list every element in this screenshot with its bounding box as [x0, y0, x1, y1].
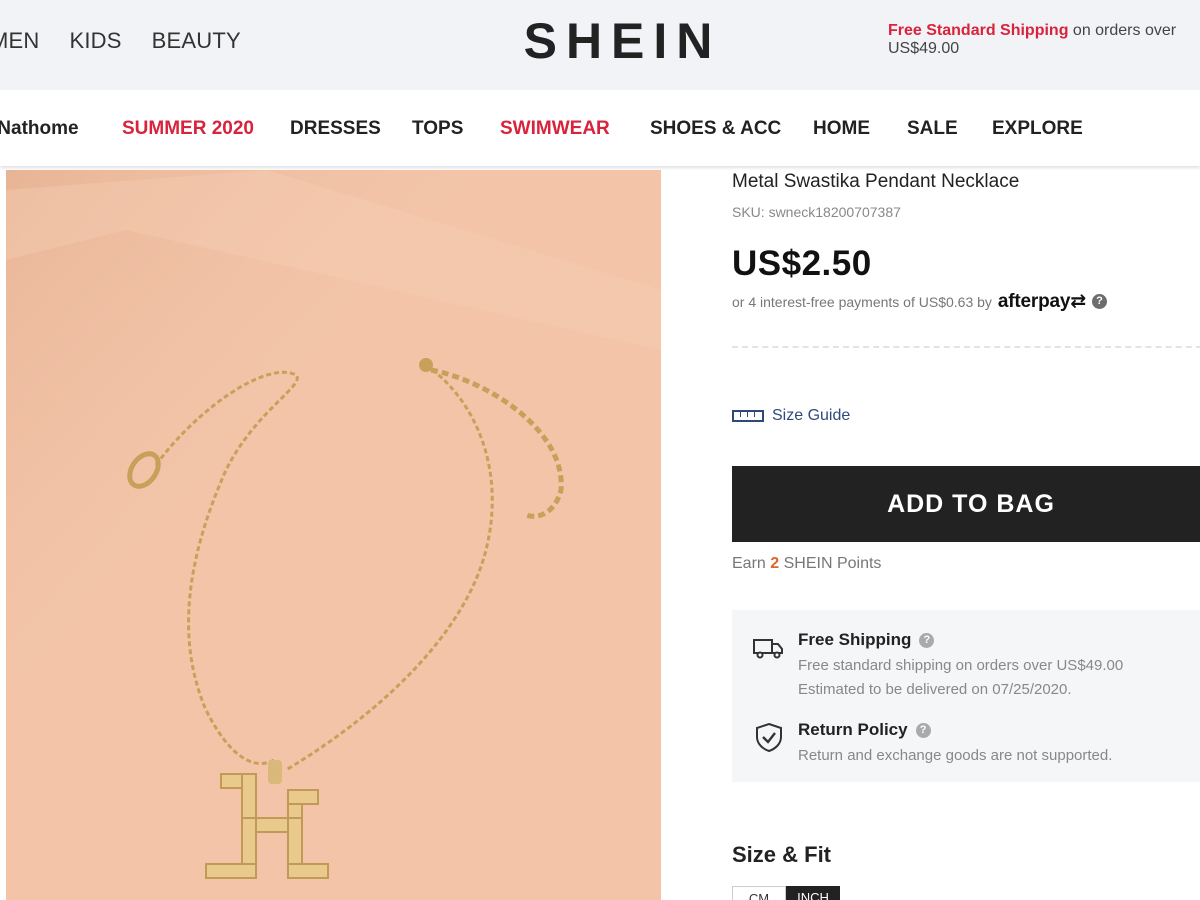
help-icon[interactable]: ? — [1091, 294, 1107, 309]
top-header: MEN KIDS BEAUTY SHEIN Free Standard Ship… — [0, 0, 1200, 90]
size-guide-link[interactable]: Size Guide — [732, 407, 850, 425]
free-shipping-line-2: Estimated to be delivered on 07/25/2020. — [798, 681, 1072, 698]
product-price: US$2.50 — [732, 244, 872, 283]
unit-inch-button[interactable]: INCH — [786, 886, 840, 900]
shipping-banner[interactable]: Free Standard Shipping on orders over US… — [888, 22, 1200, 58]
product-title: Metal Swastika Pendant Necklace — [732, 171, 1020, 192]
installment-info: or 4 interest-free payments of US$0.63 b… — [732, 290, 1107, 313]
truck-icon — [753, 639, 783, 659]
unit-cm-button[interactable]: CM — [732, 886, 786, 900]
points-prefix: Earn — [732, 555, 771, 572]
shield-check-icon — [756, 722, 782, 752]
product-image[interactable] — [6, 170, 661, 900]
afterpay-mark-icon: ⇄ — [1070, 291, 1086, 312]
category-summer-2020[interactable]: SUMMER 2020 — [122, 118, 254, 140]
afterpay-logo[interactable]: afterpay⇄ — [998, 290, 1086, 313]
afterpay-brand: afterpay — [997, 291, 1071, 312]
size-guide-label: Size Guide — [772, 407, 851, 424]
category-swimwear[interactable]: SWIMWEAR — [500, 118, 610, 140]
category-explore[interactable]: EXPLORE — [992, 118, 1083, 140]
return-policy-heading: Return Policy ? — [798, 720, 931, 740]
points-info: Earn 2 SHEIN Points — [732, 555, 881, 573]
category-nav: INathome SUMMER 2020 DRESSES TOPS SWIMWE… — [0, 90, 1200, 166]
category-tops[interactable]: TOPS — [412, 118, 463, 140]
size-fit-heading: Size & Fit — [732, 842, 832, 867]
category-sale[interactable]: SALE — [907, 118, 958, 140]
return-policy-line: Return and exchange goods are not suppor… — [798, 747, 1113, 764]
ruler-icon — [732, 410, 764, 422]
free-shipping-heading: Free Shipping ? — [798, 630, 935, 650]
product-sku: SKU: swneck18200707387 — [732, 204, 901, 220]
price-divider — [732, 346, 1200, 348]
add-to-bag-button[interactable]: ADD TO BAG — [732, 466, 1200, 542]
unit-toggle: CM INCH — [732, 886, 840, 900]
category-shoes-acc[interactable]: SHOES & ACC — [650, 118, 781, 140]
points-value: 2 — [770, 555, 780, 572]
category-home[interactable]: HOME — [813, 118, 870, 140]
free-shipping-help-icon[interactable]: ? — [919, 632, 935, 648]
necklace-illustration — [6, 170, 661, 900]
shipping-info-panel: Free Shipping ? Free standard shipping o… — [732, 610, 1200, 782]
category-dresses[interactable]: DRESSES — [290, 118, 381, 140]
category-inathome[interactable]: INathome — [0, 118, 79, 140]
installment-text: or 4 interest-free payments of US$0.63 b… — [732, 293, 992, 310]
return-policy-help-icon[interactable]: ? — [915, 722, 931, 738]
points-suffix: SHEIN Points — [779, 555, 882, 572]
free-shipping-line-1: Free standard shipping on orders over US… — [798, 657, 1124, 674]
return-policy-title: Return Policy — [798, 720, 908, 739]
free-shipping-title: Free Shipping — [798, 630, 912, 649]
shipping-banner-highlight: Free Standard Shipping — [888, 22, 1069, 39]
